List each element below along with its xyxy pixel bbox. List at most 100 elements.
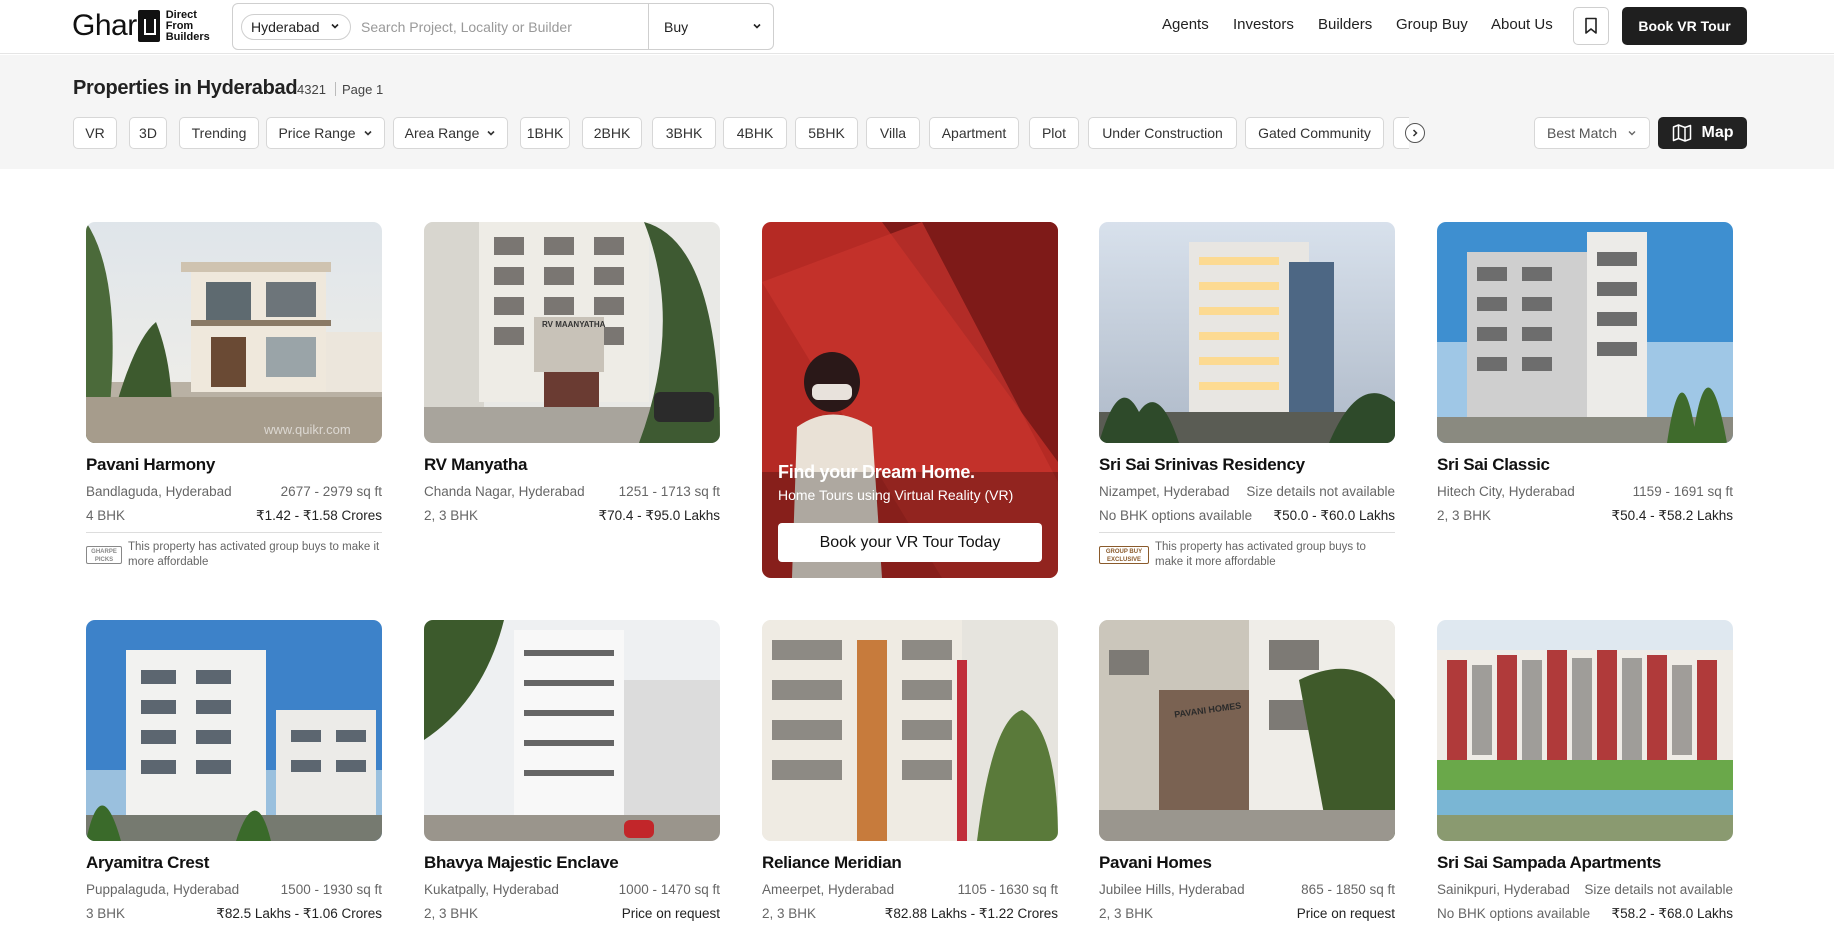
city-select[interactable]: Hyderabad	[241, 13, 351, 40]
property-price: ₹82.88 Lakhs - ₹1.22 Crores	[884, 906, 1058, 921]
property-size: 865 - 1850 sq ft	[1301, 882, 1395, 897]
building-image	[424, 620, 720, 841]
property-card[interactable]: Sri Sai Classic Hitech City, Hyderabad 1…	[1437, 222, 1733, 542]
brand-logo[interactable]: Ghar Direct From Builders	[72, 8, 216, 44]
property-card[interactable]: Aryamitra Crest Puppalaguda, Hyderabad 1…	[86, 620, 382, 931]
filter-chip-villa[interactable]: Villa	[866, 117, 920, 149]
building-image	[1437, 620, 1733, 841]
result-count: 4321	[297, 82, 326, 97]
property-name[interactable]: Aryamitra Crest	[86, 853, 209, 873]
property-name[interactable]: Sri Sai Classic	[1437, 455, 1550, 475]
property-bhk: 3 BHK	[86, 906, 126, 921]
property-price: Price on request	[1296, 906, 1395, 921]
property-photo[interactable]: PAVANI HOMES	[1099, 620, 1395, 841]
nav-link-investors[interactable]: Investors	[1233, 16, 1294, 33]
filter-chip-3d[interactable]: 3D	[129, 117, 167, 149]
filter-price-range[interactable]: Price Range	[266, 117, 385, 149]
property-photo[interactable]	[424, 620, 720, 841]
property-card[interactable]: Reliance Meridian Ameerpet, Hyderabad 11…	[762, 620, 1058, 931]
chevron-down-icon	[486, 128, 496, 138]
property-name[interactable]: Reliance Meridian	[762, 853, 902, 873]
house-image	[86, 222, 382, 443]
property-name[interactable]: Sri Sai Srinivas Residency	[1099, 455, 1305, 475]
property-name[interactable]: Pavani Homes	[1099, 853, 1212, 873]
property-photo[interactable]	[762, 620, 1058, 841]
page-indicator: Page 1	[342, 82, 384, 97]
watermark: www.quikr.com	[264, 422, 351, 437]
chevron-right-icon	[1412, 129, 1418, 137]
property-name[interactable]: Pavani Harmony	[86, 455, 215, 475]
property-bhk: 2, 3 BHK	[424, 508, 479, 523]
filter-chip-4bhk[interactable]: 4BHK	[723, 117, 787, 149]
chevron-down-icon	[1627, 128, 1637, 138]
gharpe-picks-badge: GHARPE PICKS	[86, 546, 122, 564]
property-size: 1000 - 1470 sq ft	[618, 882, 720, 897]
property-location: Nizampet, Hyderabad	[1099, 484, 1230, 499]
building-image	[1099, 222, 1395, 443]
book-vr-tour-button[interactable]: Book VR Tour	[1622, 7, 1747, 45]
vr-tour-promo[interactable]: Find your Dream Home. Home Tours using V…	[762, 222, 1058, 578]
property-size: Size details not available	[1584, 882, 1733, 897]
saved-button[interactable]	[1573, 7, 1609, 45]
property-price: ₹50.4 - ₹58.2 Lakhs	[1611, 508, 1734, 523]
filter-chip-trending[interactable]: Trending	[179, 117, 259, 149]
property-size: 1159 - 1691 sq ft	[1632, 484, 1733, 499]
property-photo[interactable]: RV MAANYATHA	[424, 222, 720, 443]
group-buy-text: This property has activated group buys t…	[1155, 541, 1366, 568]
filter-chip-under-construction[interactable]: Under Construction	[1088, 117, 1237, 149]
filter-chip-apartment[interactable]: Apartment	[929, 117, 1019, 149]
filter-chip-3bhk[interactable]: 3BHK	[652, 117, 716, 149]
property-bhk: No BHK options available	[1437, 906, 1591, 921]
filter-area-range[interactable]: Area Range	[393, 117, 508, 149]
filter-chip-vr[interactable]: VR	[73, 117, 117, 149]
nav-link-group-buy[interactable]: Group Buy	[1396, 16, 1468, 33]
property-photo[interactable]	[1099, 222, 1395, 443]
filter-chip-5bhk[interactable]: 5BHK	[795, 117, 858, 149]
logo-tagline: Direct From Builders	[165, 8, 210, 43]
property-photo[interactable]: www.quikr.com	[86, 222, 382, 443]
property-card[interactable]: Bhavya Majestic Enclave Kukatpally, Hyde…	[424, 620, 720, 931]
property-location: Sainikpuri, Hyderabad	[1437, 882, 1570, 897]
property-photo[interactable]	[1437, 620, 1733, 841]
promo-subtitle: Home Tours using Virtual Reality (VR)	[778, 487, 1014, 503]
property-location: Jubilee Hills, Hyderabad	[1099, 882, 1245, 897]
filter-chip-2bhk[interactable]: 2BHK	[582, 117, 642, 149]
property-card[interactable]: PAVANI HOMES Pavani Homes Jubilee Hills,…	[1099, 620, 1395, 931]
building-sign: RV MAANYATHA	[542, 320, 606, 329]
property-name[interactable]: Bhavya Majestic Enclave	[424, 853, 619, 873]
property-card[interactable]: Sri Sai Srinivas Residency Nizampet, Hyd…	[1099, 222, 1395, 582]
property-card[interactable]: www.quikr.com Pavani Harmony Bandlaguda,…	[86, 222, 382, 582]
search-input[interactable]: Search Project, Locality or Builder	[361, 19, 651, 35]
property-bhk: 2, 3 BHK	[762, 906, 817, 921]
property-location: Ameerpet, Hyderabad	[762, 882, 895, 897]
filter-chip-1bhk[interactable]: 1BHK	[520, 117, 570, 149]
nav-link-agents[interactable]: Agents	[1162, 16, 1209, 33]
property-card[interactable]: RV MAANYATHA RV Manyatha Chanda Nagar, H…	[424, 222, 720, 542]
group-buy-note: GROUP BUY EXCLUSIVE This property has act…	[1099, 532, 1395, 570]
filter-chip-gated-community[interactable]: Gated Community	[1245, 117, 1384, 149]
chevron-down-icon	[752, 21, 762, 31]
book-vr-tour-today-button[interactable]: Book your VR Tour Today	[778, 523, 1042, 562]
property-photo[interactable]	[86, 620, 382, 841]
map-view-button[interactable]: Map	[1658, 117, 1747, 149]
nav-link-about-us[interactable]: About Us	[1491, 16, 1553, 33]
property-name[interactable]: RV Manyatha	[424, 455, 527, 475]
bookmark-icon	[1585, 17, 1597, 34]
property-price: ₹1.42 - ₹1.58 Crores	[256, 508, 382, 523]
chevron-down-icon	[330, 21, 340, 31]
promo-title: Find your Dream Home.	[778, 462, 975, 482]
filter-scroll-right-button[interactable]	[1405, 123, 1425, 143]
property-bhk: No BHK options available	[1099, 508, 1253, 523]
filter-chip-plot[interactable]: Plot	[1029, 117, 1079, 149]
nav-link-builders[interactable]: Builders	[1318, 16, 1372, 33]
property-card[interactable]: Sri Sai Sampada Apartments Sainikpuri, H…	[1437, 620, 1733, 931]
building-image	[762, 620, 1058, 841]
top-nav: Ghar Direct From Builders Hyderabad Sear…	[0, 0, 1834, 54]
property-photo[interactable]	[1437, 222, 1733, 443]
search-bar: Hyderabad Search Project, Locality or Bu…	[232, 3, 774, 50]
sort-select[interactable]: Best Match	[1534, 117, 1650, 149]
mode-select[interactable]: Buy	[648, 4, 774, 49]
building-image	[1437, 222, 1733, 443]
property-name[interactable]: Sri Sai Sampada Apartments	[1437, 853, 1661, 873]
property-price: ₹82.5 Lakhs - ₹1.06 Crores	[216, 906, 382, 921]
